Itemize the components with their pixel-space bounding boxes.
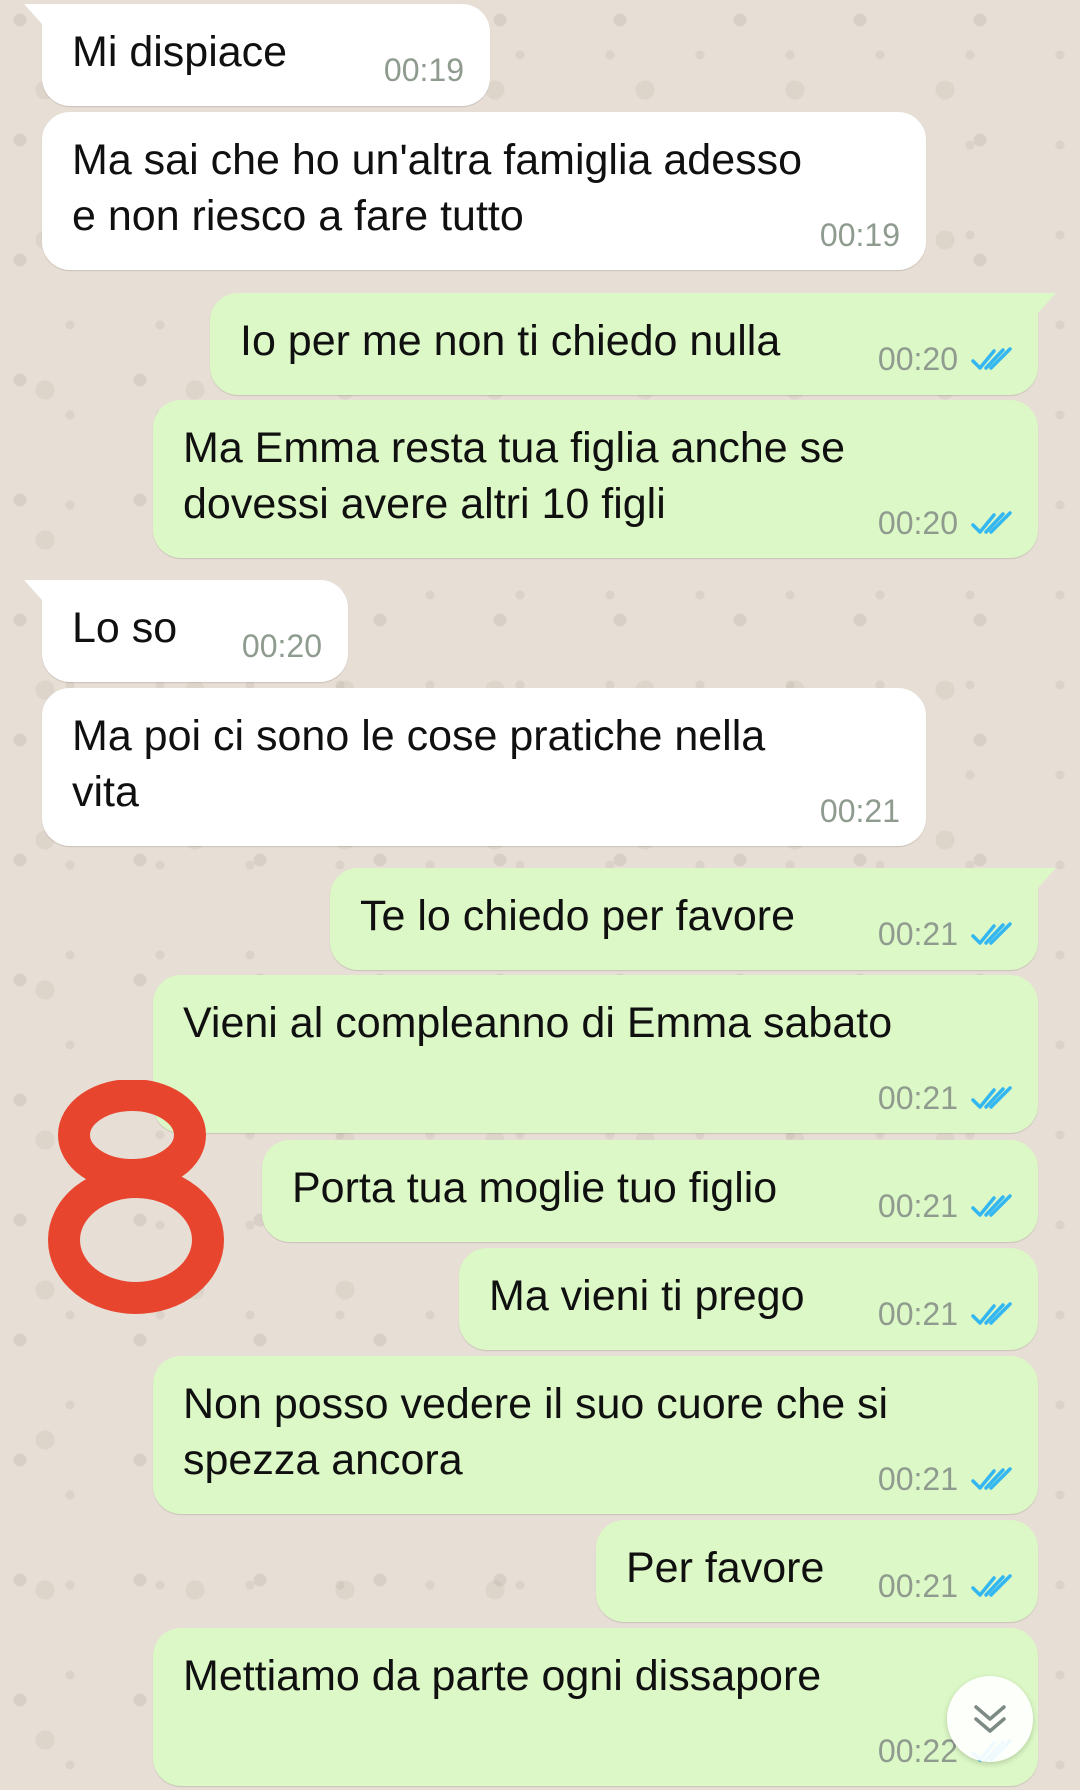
message-bubble-incoming[interactable]: Ma poi ci sono le cose pratiche nella vi… <box>42 688 926 846</box>
message-bubble-outgoing[interactable]: Te lo chiedo per favore 00:21 <box>330 868 1056 970</box>
chevron-double-down-icon <box>974 1705 1006 1733</box>
message-text: Ma vieni ti prego <box>489 1272 805 1320</box>
message-bubble-outgoing[interactable]: Vieni al compleanno di Emma sabato 00:21 <box>153 975 1038 1133</box>
message-bubble-outgoing[interactable]: Ma Emma resta tua figlia anche se dovess… <box>153 400 1038 558</box>
double-check-icon <box>971 511 1012 534</box>
message-bubble-outgoing[interactable]: Non posso vedere il suo cuore che si spe… <box>153 1356 1038 1514</box>
message-timestamp: 00:21 <box>877 1188 958 1224</box>
message-text: Lo so <box>72 604 178 652</box>
double-check-icon <box>971 1302 1012 1325</box>
message-timestamp: 00:21 <box>877 1461 958 1497</box>
message-bubble-outgoing[interactable]: Porta tua moglie tuo figlio 00:21 <box>262 1140 1038 1242</box>
message-bubble-outgoing[interactable]: Per favore 00:21 <box>596 1520 1038 1622</box>
message-bubble-outgoing[interactable]: Ma vieni ti prego 00:21 <box>459 1248 1038 1350</box>
message-text: Non posso vedere il suo cuore che si spe… <box>183 1380 889 1484</box>
message-text: Per favore <box>626 1544 825 1592</box>
message-text: Mi dispiace <box>72 28 288 76</box>
message-timestamp: 00:21 <box>877 1568 958 1604</box>
message-bubble-outgoing[interactable]: Mettiamo da parte ogni dissapore 00:22 <box>153 1628 1038 1786</box>
message-timestamp: 00:21 <box>877 1080 958 1116</box>
message-timestamp: 00:21 <box>877 1296 958 1332</box>
message-text: Io per me non ti chiedo nulla <box>240 317 781 365</box>
message-timestamp: 00:20 <box>241 628 322 664</box>
message-timestamp: 00:22 <box>877 1733 958 1769</box>
message-text: Ma Emma resta tua figlia anche se dovess… <box>183 424 846 528</box>
double-check-icon <box>971 1086 1012 1109</box>
annotation-eight-mark <box>48 1079 224 1314</box>
annotation-number <box>40 1079 230 1325</box>
message-timestamp: 00:19 <box>819 217 900 253</box>
message-bubble-incoming[interactable]: Lo so 00:20 <box>24 580 348 682</box>
double-check-icon <box>971 347 1012 370</box>
message-text: Te lo chiedo per favore <box>360 892 796 940</box>
double-check-icon <box>971 922 1012 945</box>
scroll-to-bottom-button[interactable] <box>947 1676 1033 1762</box>
message-text: Ma sai che ho un'altra famiglia adesso e… <box>72 136 803 240</box>
message-text: Vieni al compleanno di Emma sabato <box>183 999 893 1047</box>
message-bubble-incoming[interactable]: Mi dispiace 00:19 <box>24 4 490 106</box>
message-timestamp: 00:21 <box>877 916 958 952</box>
message-text: Mettiamo da parte ogni dissapore <box>183 1652 822 1700</box>
message-bubble-outgoing[interactable]: Io per me non ti chiedo nulla 00:20 <box>210 293 1056 395</box>
message-text: Porta tua moglie tuo figlio <box>292 1164 778 1212</box>
message-timestamp: 00:20 <box>877 505 958 541</box>
message-timestamp: 00:19 <box>383 52 464 88</box>
message-bubble-incoming[interactable]: Ma sai che ho un'altra famiglia adesso e… <box>42 112 926 270</box>
message-timestamp: 00:21 <box>819 793 900 829</box>
double-check-icon <box>971 1574 1012 1597</box>
double-check-icon <box>971 1194 1012 1217</box>
message-text: Ma poi ci sono le cose pratiche nella vi… <box>72 712 766 816</box>
message-timestamp: 00:20 <box>877 341 958 377</box>
double-check-icon <box>971 1467 1012 1490</box>
